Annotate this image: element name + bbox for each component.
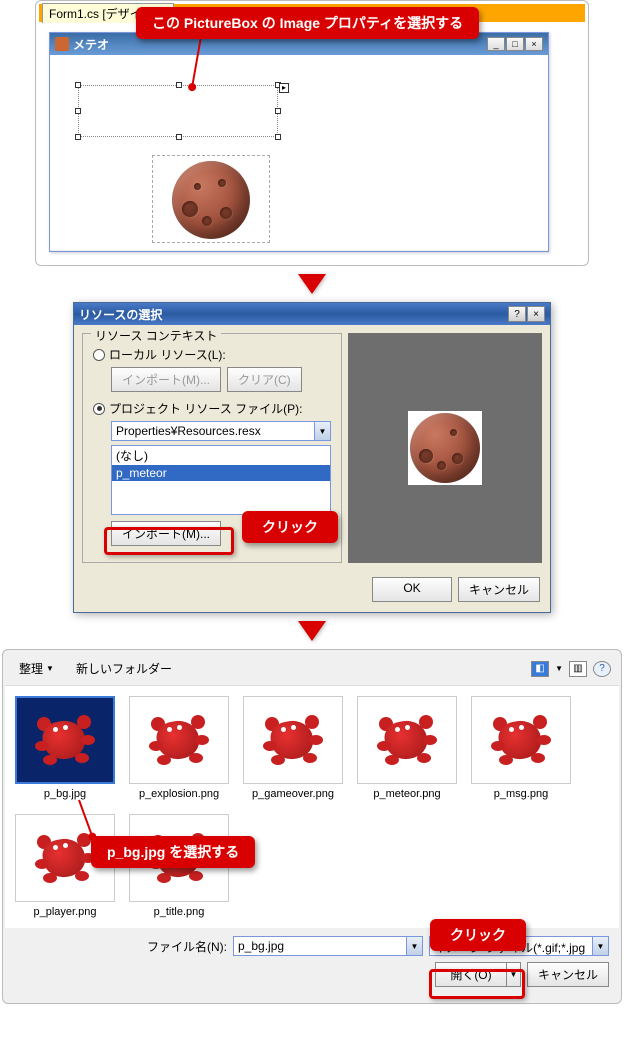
file-label: p_explosion.png <box>129 788 229 800</box>
help-icon[interactable]: ? <box>593 661 611 677</box>
combo-text: Properties¥Resources.resx <box>112 422 314 440</box>
form-client-area[interactable]: ▸ <box>50 55 548 250</box>
file-item[interactable]: p_gameover.png <box>243 696 343 800</box>
annotation-click-open: クリック <box>430 919 526 951</box>
meteor-image <box>172 161 250 239</box>
dialog-titlebar: リソースの選択 ? × <box>74 303 550 325</box>
organize-label: 整理 <box>19 660 43 677</box>
annotation-select-file: p_bg.jpg を選択する <box>91 836 255 868</box>
chevron-down-icon[interactable]: ▼ <box>555 664 563 673</box>
file-list[interactable]: p_bg.jpg p_explosion.png p_gameover.png … <box>5 686 619 928</box>
help-icon[interactable]: ? <box>508 306 526 322</box>
file-label: p_gameover.png <box>243 788 343 800</box>
annotation-select-property: この PictureBox の Image プロパティを選択する <box>136 7 479 39</box>
dialog-footer: OK キャンセル <box>74 571 550 612</box>
file-dialog-toolbar: 整理 ▼ 新しいフォルダー ◧ ▼ ▥ ? <box>5 652 619 686</box>
cancel-button[interactable]: キャンセル <box>527 962 609 987</box>
file-dialog-footer: ファイル名(N): p_bg.jpg ▼ イメージ ファイル(*.gif;*.j… <box>5 928 619 1001</box>
radio-project-label: プロジェクト リソース ファイル(P): <box>109 400 302 417</box>
chevron-down-icon: ▼ <box>46 664 54 673</box>
resource-select-dialog: リソースの選択 ? × リソース コンテキスト ローカル リソース(L): イン… <box>73 302 551 613</box>
view-thumb-icon[interactable]: ◧ <box>531 661 549 677</box>
fieldset-legend: リソース コンテキスト <box>91 327 221 344</box>
import-button[interactable]: インポート(M)... <box>111 521 221 546</box>
design-surface-bg: メテオ _ □ × ▸ <box>39 22 585 262</box>
clear-button: クリア(C) <box>227 367 302 392</box>
close-icon[interactable]: × <box>525 37 543 51</box>
design-window: メテオ _ □ × ▸ <box>49 32 549 252</box>
minimize-icon[interactable]: _ <box>487 37 505 51</box>
ok-button[interactable]: OK <box>372 577 452 602</box>
file-open-dialog: 整理 ▼ 新しいフォルダー ◧ ▼ ▥ ? p_bg.jpg p_explosi… <box>2 649 622 1004</box>
preview-pane <box>348 333 542 563</box>
annotation-click-import: クリック <box>242 511 338 543</box>
resource-file-combo[interactable]: Properties¥Resources.resx ▼ <box>111 421 331 441</box>
file-item[interactable]: p_msg.png <box>471 696 571 800</box>
file-label: p_bg.jpg <box>15 788 115 800</box>
file-label: p_player.png <box>15 906 115 918</box>
file-label: p_msg.png <box>471 788 571 800</box>
designer-panel: この PictureBox の Image プロパティを選択する Form1.c… <box>35 0 589 266</box>
list-item-none[interactable]: (なし) <box>112 446 330 465</box>
import-button-disabled: インポート(M)... <box>111 367 221 392</box>
resource-listbox[interactable]: (なし) p_meteor <box>111 445 331 515</box>
filename-text: p_bg.jpg <box>234 937 406 955</box>
radio-icon <box>93 403 105 415</box>
new-folder-label: 新しいフォルダー <box>76 660 172 677</box>
picturebox-meteor[interactable] <box>152 155 270 243</box>
radio-local[interactable]: ローカル リソース(L): <box>93 346 331 363</box>
meteor-image <box>410 413 480 483</box>
chevron-down-icon[interactable]: ▼ <box>314 422 330 440</box>
maximize-icon[interactable]: □ <box>506 37 524 51</box>
radio-icon <box>93 349 105 361</box>
chevron-down-icon[interactable]: ▼ <box>507 962 521 987</box>
file-label: p_title.png <box>129 906 229 918</box>
file-item[interactable]: p_meteor.png <box>357 696 457 800</box>
file-item[interactable]: p_bg.jpg <box>15 696 115 800</box>
preview-pane-icon[interactable]: ▥ <box>569 661 587 677</box>
close-icon[interactable]: × <box>527 306 545 322</box>
radio-local-label: ローカル リソース(L): <box>109 346 226 363</box>
radio-project[interactable]: プロジェクト リソース ファイル(P): <box>93 400 331 417</box>
dialog-title: リソースの選択 <box>79 306 507 323</box>
app-icon <box>55 37 69 51</box>
chevron-down-icon[interactable]: ▼ <box>592 937 608 955</box>
open-button[interactable]: 開く(O) ▼ <box>435 962 521 987</box>
picturebox-selected[interactable]: ▸ <box>78 85 278 137</box>
preview-box <box>408 411 482 485</box>
smart-tag-icon[interactable]: ▸ <box>279 83 289 93</box>
cancel-button[interactable]: キャンセル <box>458 577 540 602</box>
open-button-label: 開く(O) <box>435 962 507 987</box>
list-item-meteor[interactable]: p_meteor <box>112 465 330 481</box>
new-folder-button[interactable]: 新しいフォルダー <box>70 658 178 679</box>
flow-arrow-icon <box>298 274 326 294</box>
filename-input[interactable]: p_bg.jpg ▼ <box>233 936 423 956</box>
flow-arrow-icon <box>298 621 326 641</box>
organize-menu[interactable]: 整理 ▼ <box>13 658 60 679</box>
file-label: p_meteor.png <box>357 788 457 800</box>
chevron-down-icon[interactable]: ▼ <box>406 937 422 955</box>
file-item[interactable]: p_explosion.png <box>129 696 229 800</box>
filename-label: ファイル名(N): <box>147 938 227 955</box>
